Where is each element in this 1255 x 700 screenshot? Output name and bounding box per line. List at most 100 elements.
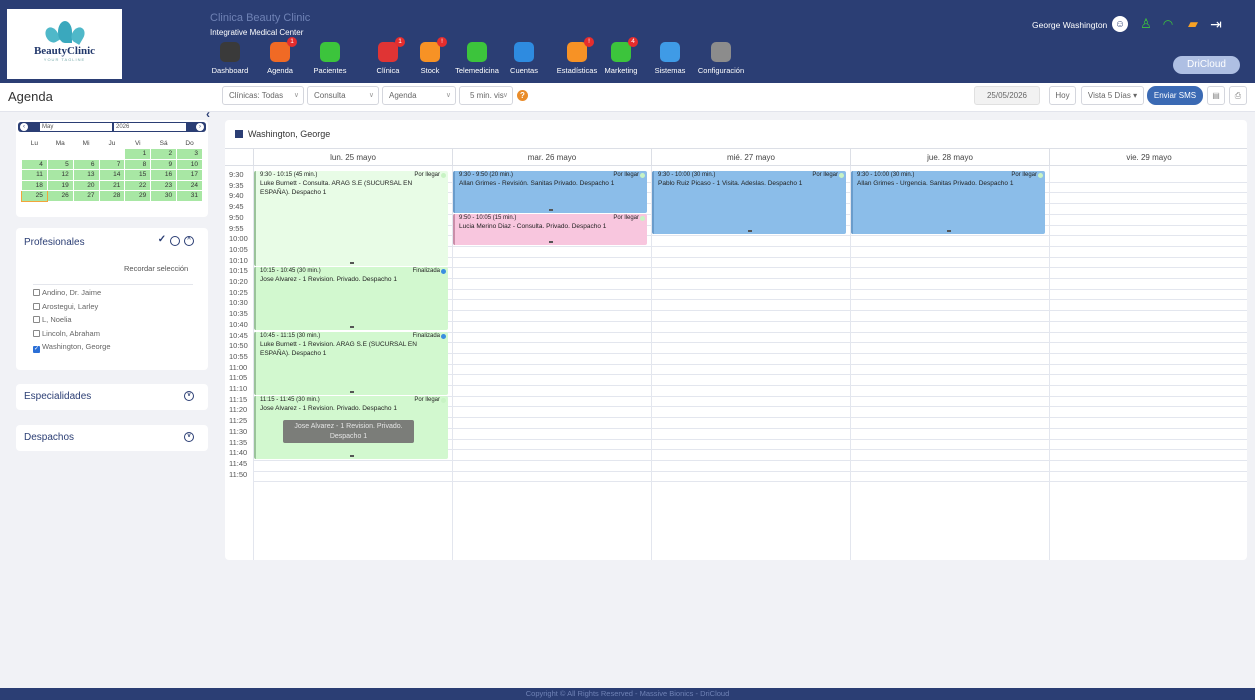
- calendar-day[interactable]: 12: [46, 169, 74, 181]
- clear-all-icon[interactable]: [170, 236, 180, 246]
- checkbox-checked-icon[interactable]: ✓: [33, 346, 40, 353]
- doctor-icon[interactable]: ♙: [1138, 16, 1154, 32]
- calendar-day[interactable]: 10: [176, 158, 203, 170]
- today-button[interactable]: Hoy: [1049, 86, 1076, 105]
- calendar-day[interactable]: 29: [124, 190, 152, 202]
- calendar-day[interactable]: 23: [150, 179, 178, 191]
- time-label: 11:20: [229, 405, 248, 415]
- calendar-day[interactable]: 1: [124, 148, 152, 160]
- module-estad-sticas[interactable]: ! Estadísticas: [548, 37, 606, 80]
- calendar-day[interactable]: 28: [98, 190, 126, 202]
- appointment[interactable]: 10:45 - 11:15 (30 min.) Finalizada Luke Bu…: [254, 331, 448, 395]
- profesional-item[interactable]: Andino, Dr. Jaime: [33, 288, 101, 297]
- calendar-day[interactable]: 31: [176, 190, 203, 202]
- calendar-day[interactable]: 2: [150, 148, 178, 160]
- calendar-day[interactable]: 14: [98, 169, 126, 181]
- remember-selection[interactable]: Recordar selección: [124, 264, 188, 273]
- resize-handle-icon[interactable]: [947, 230, 951, 233]
- calendar-day[interactable]: 11: [21, 169, 48, 181]
- calendar-day[interactable]: 27: [72, 190, 100, 202]
- year-select[interactable]: 2026: [114, 123, 186, 131]
- module-telemedicina[interactable]: Telemedicina: [448, 42, 506, 80]
- appointment[interactable]: 9:50 - 10:05 (15 min.) Por llegar Lucia Me…: [453, 213, 647, 245]
- help-icon[interactable]: ?: [517, 90, 528, 101]
- expand-panel-icon[interactable]: v: [184, 391, 194, 401]
- profesional-item[interactable]: ✓ Washington, George: [33, 342, 111, 353]
- user-avatar-icon[interactable]: ☺: [1112, 16, 1128, 32]
- agenda-select[interactable]: Agenda ∨: [382, 86, 456, 105]
- module-pacientes[interactable]: Pacientes: [308, 42, 352, 80]
- resize-handle-icon[interactable]: [350, 262, 354, 265]
- time-label: 9:35: [229, 180, 244, 190]
- calendar-day[interactable]: 21: [98, 179, 126, 191]
- appointment[interactable]: 9:30 - 10:15 (45 min.) Por llegar Luke Bur…: [254, 171, 448, 267]
- appointment[interactable]: 10:15 - 10:45 (30 min.) Finalizada Jose Al…: [254, 267, 448, 331]
- appointment[interactable]: 9:30 - 9:50 (20 min.) Por llegar Allan Gri…: [453, 171, 647, 213]
- despachos-panel[interactable]: Despachos v: [16, 425, 208, 451]
- module-marketing[interactable]: 4 Marketing: [599, 37, 643, 80]
- resize-handle-icon[interactable]: [549, 208, 553, 211]
- module-cuentas[interactable]: Cuentas: [502, 42, 546, 80]
- calendar-day[interactable]: 6: [72, 158, 100, 170]
- calendar-day[interactable]: 5: [46, 158, 74, 170]
- pdf-icon[interactable]: ▤: [1207, 86, 1225, 105]
- calendar-day[interactable]: 20: [72, 179, 100, 191]
- send-sms-button[interactable]: Enviar SMS: [1147, 86, 1203, 105]
- calendar-day[interactable]: 26: [46, 190, 74, 202]
- profesional-item[interactable]: Lincoln, Abraham: [33, 329, 100, 338]
- view-select[interactable]: Vista 5 Días ▾: [1081, 86, 1144, 105]
- collapse-panel-icon[interactable]: ^: [184, 236, 194, 246]
- check-all-icon[interactable]: ✓: [157, 235, 167, 246]
- especialidades-panel[interactable]: Especialidades v: [16, 384, 208, 410]
- checkbox-icon[interactable]: [33, 329, 40, 337]
- module-sistemas[interactable]: Sistemas: [648, 42, 692, 80]
- checkbox-icon[interactable]: [33, 289, 40, 296]
- calendar-day[interactable]: 16: [150, 169, 178, 181]
- consulta-select[interactable]: Consulta ∨: [307, 86, 379, 105]
- clinic-logo[interactable]: BeautyClinic YOUR TAGLINE: [7, 9, 122, 79]
- clinicas-select[interactable]: Clínicas: Todas ∨: [222, 86, 304, 105]
- calendar-day[interactable]: 22: [124, 179, 152, 191]
- appointment[interactable]: 9:30 - 10:00 (30 min.) Por llegar Allan Gr…: [851, 171, 1045, 235]
- checkbox-icon[interactable]: [33, 302, 40, 310]
- messages-icon[interactable]: ▰: [1185, 16, 1201, 32]
- calendar-day[interactable]: 15: [124, 169, 152, 181]
- date-field[interactable]: 25/05/2026: [974, 86, 1040, 105]
- calendar-day[interactable]: 13: [72, 169, 100, 181]
- notification-badge: !: [437, 37, 447, 47]
- expand-panel-icon[interactable]: v: [184, 432, 194, 442]
- calendar-day[interactable]: 30: [150, 190, 178, 202]
- user-name[interactable]: George Washington: [1032, 20, 1107, 30]
- print-icon[interactable]: ⎙: [1229, 86, 1247, 105]
- resize-handle-icon[interactable]: [350, 390, 354, 393]
- logout-icon[interactable]: ⇥: [1208, 16, 1224, 32]
- calendar-day[interactable]: 19: [46, 179, 74, 191]
- calendar-day[interactable]: 7: [98, 158, 126, 170]
- profesional-item[interactable]: Arostegui, Larley: [33, 302, 98, 311]
- next-month-icon[interactable]: ›: [196, 123, 204, 131]
- resize-handle-icon[interactable]: [350, 326, 354, 329]
- prev-month-icon[interactable]: ‹: [20, 123, 28, 131]
- module-agenda[interactable]: 1 Agenda: [258, 37, 302, 80]
- interval-select[interactable]: 5 min. vis ∨: [459, 86, 513, 105]
- module-cl-nica[interactable]: 1 Clínica: [366, 37, 410, 80]
- month-select[interactable]: May: [40, 123, 112, 131]
- checkbox-icon[interactable]: [33, 316, 40, 323]
- appointment[interactable]: 9:30 - 10:00 (30 min.) Por llegar Pablo Ru…: [652, 171, 846, 235]
- resize-handle-icon[interactable]: [748, 230, 752, 233]
- calendar-day[interactable]: 3: [176, 148, 203, 160]
- calendar-day[interactable]: 17: [176, 169, 203, 181]
- calendar-day[interactable]: 4: [21, 158, 48, 170]
- calendar-day[interactable]: 24: [176, 179, 203, 191]
- module-configuraci-n[interactable]: Configuración: [692, 42, 750, 80]
- resize-handle-icon[interactable]: [549, 240, 553, 243]
- calendar-day[interactable]: 18: [21, 179, 48, 191]
- resize-handle-icon[interactable]: [350, 454, 354, 457]
- collapse-sidebar-icon[interactable]: ‹: [206, 107, 210, 121]
- calendar-day[interactable]: 9: [150, 158, 178, 170]
- calendar-day[interactable]: 25: [21, 190, 48, 202]
- calendar-day[interactable]: 8: [124, 158, 152, 170]
- module-stock[interactable]: ! Stock: [408, 37, 452, 80]
- profesional-item[interactable]: L, Noelia: [33, 315, 72, 324]
- module-dashboard[interactable]: Dashboard: [208, 42, 252, 80]
